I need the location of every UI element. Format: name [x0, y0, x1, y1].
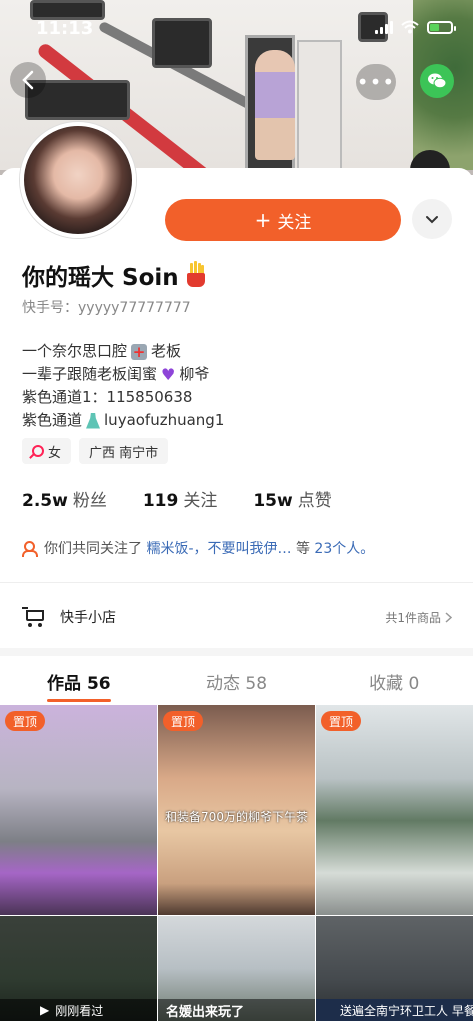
bio-text: 柳爷 [179, 365, 210, 383]
recommend-dropdown-button[interactable] [412, 199, 452, 239]
profile-stats: 2.5w 粉丝 119 关注 15w 点赞 [22, 486, 332, 511]
follow-label: 关注 [277, 212, 312, 233]
bio-line: 一辈子跟随老板闺蜜 ♥ 柳爷 [22, 363, 224, 386]
location-tag-label: 广西 南宁市 [89, 445, 159, 461]
shop-row[interactable]: 快手小店 共1件商品 [22, 602, 452, 632]
status-bar: 11:13 [0, 0, 473, 56]
tab-favorites[interactable]: 收藏 0 [315, 660, 473, 702]
mutual-middle: 等 [295, 541, 310, 557]
battery-icon [427, 20, 456, 34]
bio-text: 一个奈尔思口腔 [22, 342, 128, 360]
bio-text: 一辈子跟随老板闺蜜 [22, 365, 158, 383]
hospital-emoji-icon [131, 341, 148, 364]
video-caption: 名媛出来玩了 [166, 1004, 245, 1020]
location-tag: 广西 南宁市 [79, 438, 169, 464]
mutual-users-icon [22, 541, 38, 557]
tab-works[interactable]: 作品 56 [0, 660, 158, 702]
profile-name-text: 你的瑶大 Soin [22, 265, 179, 291]
divider [0, 582, 473, 583]
tab-moments[interactable]: 动态 58 [158, 660, 316, 702]
chevron-left-icon [22, 70, 34, 90]
likes-stat[interactable]: 15w 点赞 [253, 486, 331, 511]
video-caption-bar: 送遍全南宁环卫工人 早餐第18天 [316, 999, 473, 1021]
pinned-badge: 置顶 [5, 711, 46, 731]
works-grid: 置顶 置顶 和装备700万的柳爷下午茶 置顶 ▶ 刚刚看过 名媛出来玩了 送遍全… [0, 705, 473, 1021]
follow-button[interactable]: + 关注 [165, 199, 401, 241]
dress-emoji-icon [86, 412, 101, 429]
bio: 一个奈尔思口腔 老板 一辈子跟随老板闺蜜 ♥ 柳爷 紫色通道1：11585063… [22, 340, 224, 432]
likes-label: 点赞 [297, 491, 332, 511]
wechat-share-button[interactable] [420, 64, 454, 98]
mutual-names-link[interactable]: 糯米饭-，不要叫我伊… [146, 541, 291, 557]
video-caption-bar: ▶ 刚刚看过 [0, 999, 157, 1021]
cart-icon [22, 606, 46, 628]
video-caption: 和装备700万的柳爷下午茶 [165, 810, 308, 824]
following-count: 119 [142, 491, 179, 511]
video-tile[interactable]: 置顶 [0, 705, 157, 915]
chevron-right-icon [445, 611, 452, 623]
video-caption: 送遍全南宁环卫工人 早餐第18天 [340, 1003, 473, 1018]
likes-count: 15w [253, 491, 293, 511]
bio-text: 紫色通道 [22, 411, 83, 429]
profile-tags: 女 广西 南宁市 [22, 438, 169, 464]
fans-count: 2.5w [22, 491, 68, 511]
section-separator [0, 648, 473, 656]
shop-summary: 共1件商品 [385, 610, 441, 625]
pinned-badge: 置顶 [321, 711, 362, 731]
fans-stat[interactable]: 2.5w 粉丝 [22, 486, 107, 511]
video-tile[interactable]: 置顶 [316, 705, 473, 915]
signal-icon [375, 20, 393, 34]
wechat-icon [428, 73, 447, 89]
bio-line: 紫色通道 luyaofuzhuang1 [22, 409, 224, 432]
fries-emoji-icon [185, 261, 207, 287]
chevron-down-icon [426, 215, 438, 223]
mutual-count-link[interactable]: 23个人。 [314, 541, 374, 557]
content-tabs: 作品 56 动态 58 收藏 0 [0, 660, 473, 702]
kuaishou-id[interactable]: 快手号：yyyyy77777777 [22, 297, 191, 317]
bio-line: 紫色通道1：115850638 [22, 386, 224, 409]
video-tile[interactable]: 名媛出来玩了 [158, 916, 315, 1021]
bio-line: 一个奈尔思口腔 老板 [22, 340, 224, 364]
recently-watched-label: 刚刚看过 [55, 1003, 104, 1018]
status-time: 11:13 [36, 18, 94, 39]
pinned-badge: 置顶 [163, 711, 204, 731]
video-tile[interactable]: ▶ 刚刚看过 [0, 916, 157, 1021]
mutual-prefix: 你们共同关注了 [44, 541, 142, 557]
purple-heart-icon: ♥ [161, 365, 176, 384]
following-stat[interactable]: 119 关注 [143, 486, 218, 511]
bio-text: 老板 [151, 342, 182, 360]
shop-label: 快手小店 [60, 610, 116, 626]
profile-name: 你的瑶大 Soin [22, 258, 207, 292]
gender-tag: 女 [22, 438, 72, 464]
mutual-follows[interactable]: 你们共同关注了 糯米饭-，不要叫我伊… 等 23个人。 [22, 538, 374, 558]
more-button[interactable]: ••• [356, 64, 396, 100]
more-icon: ••• [356, 70, 396, 94]
female-icon [32, 445, 44, 457]
wifi-icon [401, 20, 419, 34]
gender-tag-label: 女 [48, 445, 62, 461]
video-tile[interactable]: 置顶 和装备700万的柳爷下午茶 [158, 705, 315, 915]
video-caption-bar: 名媛出来玩了 [158, 999, 315, 1021]
bio-text: luyaofuzhuang1 [104, 411, 225, 429]
play-icon: ▶ [40, 1003, 50, 1017]
avatar[interactable] [20, 122, 136, 238]
plus-icon: + [254, 208, 272, 232]
following-label: 关注 [183, 491, 218, 511]
back-button[interactable] [10, 62, 46, 98]
video-tile[interactable]: 送遍全南宁环卫工人 早餐第18天 [316, 916, 473, 1021]
bio-text: 紫色通道1：115850638 [22, 388, 193, 406]
fans-label: 粉丝 [72, 491, 107, 511]
